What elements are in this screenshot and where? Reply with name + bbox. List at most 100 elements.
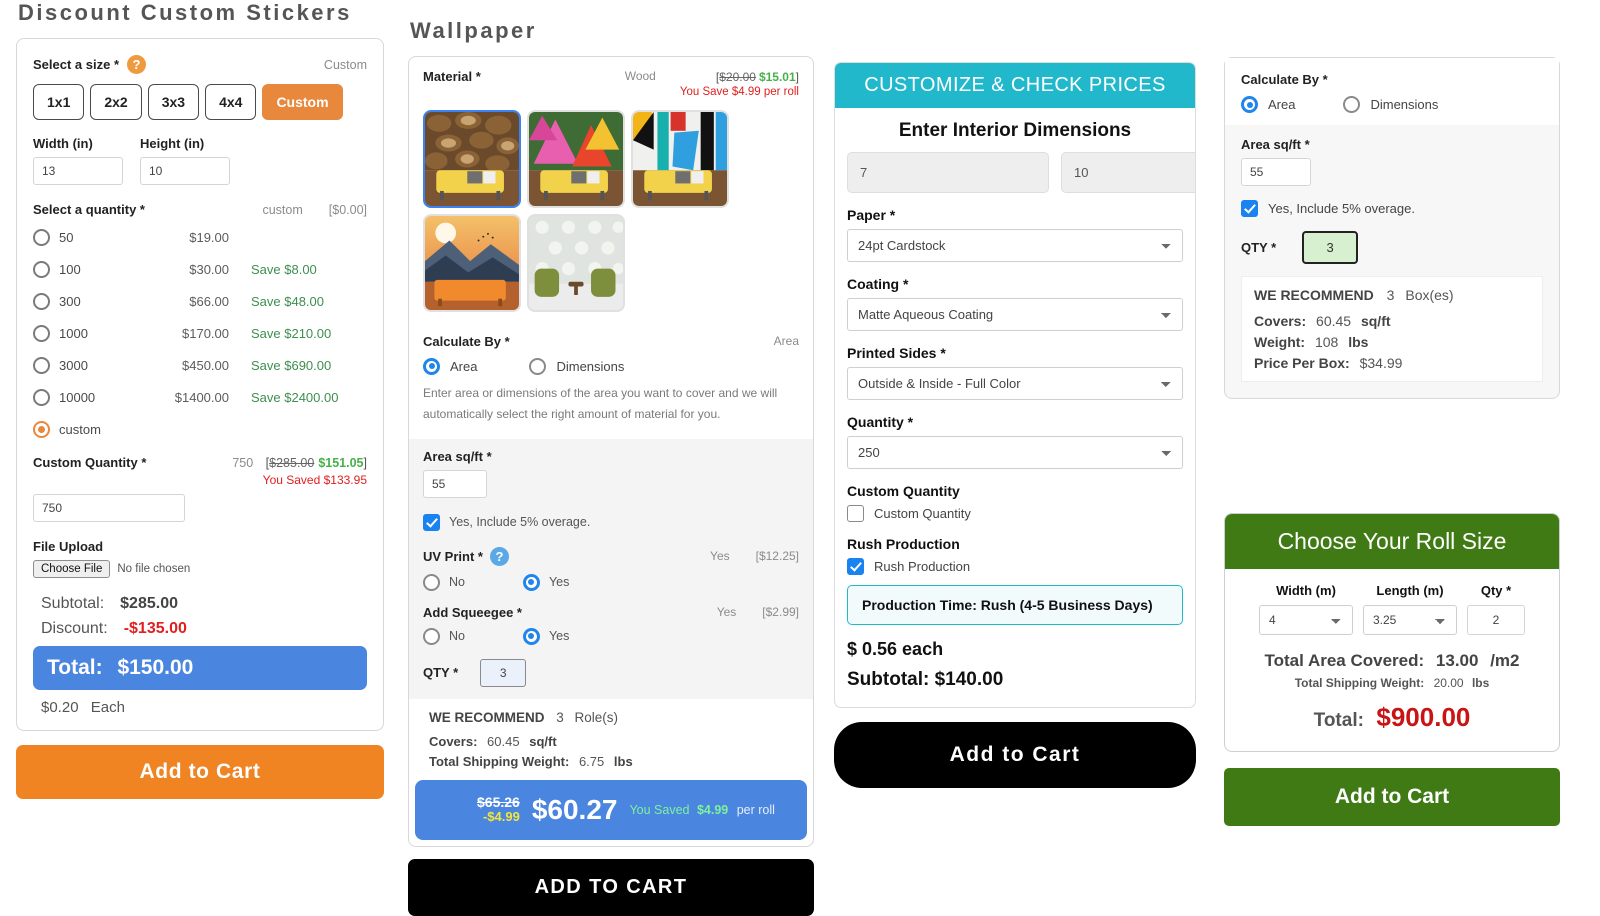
squeegee-radio-yes[interactable] [522, 627, 540, 645]
boxes-qty-input[interactable] [1302, 231, 1359, 264]
quantity-row[interactable]: 10000 $1400.00 Save $2400.00 [33, 381, 367, 413]
price-each-value: $0.20 [41, 699, 79, 717]
question-icon[interactable]: ? [489, 546, 509, 566]
choose-file-button[interactable]: Choose File [33, 560, 111, 579]
file-status: No file chosen [117, 563, 191, 576]
custom-quantity-input[interactable] [33, 494, 185, 523]
stickers-add-to-cart-button[interactable]: Add to Cart [16, 745, 384, 800]
quantity-radio[interactable] [33, 324, 50, 342]
printed-sides-select[interactable]: Outside & Inside - Full Color [847, 367, 1183, 400]
quantity-save: Save $8.00 [251, 261, 317, 277]
calculate-by-radio-dimensions[interactable] [529, 357, 547, 375]
quantity-radio-list: 50 $19.00 100 $30.00 Save $8.00 300 $66.… [33, 221, 367, 445]
custom-quantity-old-price: $285.00 [269, 456, 315, 470]
size-option-2x2[interactable]: 2x2 [90, 84, 142, 120]
roll-width-select[interactable]: 4 [1259, 605, 1353, 635]
width-label: Width (in) [33, 136, 93, 151]
custom-quantity-checkbox[interactable] [847, 505, 864, 522]
page-root: Discount Custom Stickers Select a size *… [0, 0, 1600, 916]
uv-print-radio-yes[interactable] [522, 573, 540, 591]
customize-quantity-select[interactable]: 250 [847, 436, 1183, 469]
size-option-1x1[interactable]: 1x1 [33, 84, 85, 120]
calculate-by-option-area: Area [450, 358, 478, 374]
uv-print-radio-no[interactable] [423, 573, 440, 591]
rush-production-checkbox-label: Rush Production [874, 559, 971, 574]
quantity-radio-custom[interactable] [33, 420, 50, 438]
boxes-calculate-by-radio-area[interactable] [1241, 96, 1258, 113]
wallpaper-add-to-cart-button[interactable]: ADD TO CART [408, 858, 814, 916]
rush-production-checkbox[interactable] [847, 558, 864, 575]
boxes-overage-checkbox[interactable] [1241, 200, 1258, 217]
squeegee-radio-no[interactable] [423, 627, 440, 645]
quantity-radio[interactable] [33, 228, 50, 246]
material-thumb-wood-logs-wallpaper[interactable] [423, 109, 521, 208]
wallpaper-old-price: $65.26 [477, 794, 520, 811]
boxes-covers-label: Covers: [1254, 313, 1307, 329]
roll-add-to-cart-button[interactable]: Add to Cart [1224, 768, 1560, 826]
boxes-calculate-by-option-dimensions: Dimensions [1370, 97, 1439, 112]
squeegee-price: [$2.99] [762, 605, 799, 620]
area-input[interactable] [423, 469, 487, 498]
roll-area-unit: /m2 [1490, 651, 1520, 670]
boxes-calculate-by-label: Calculate By * [1241, 72, 1328, 87]
quantity-label: 1000 [59, 325, 88, 341]
material-thumb-damask-pattern-wallpaper[interactable] [527, 213, 625, 312]
quantity-save: Save $210.00 [251, 325, 332, 341]
paper-select[interactable]: 24pt Cardstock [847, 229, 1183, 262]
roll-area-value: 13.00 [1435, 651, 1479, 670]
quantity-label: 3000 [59, 357, 88, 373]
quantity-radio[interactable] [33, 356, 50, 374]
discount-value: -$135.00 [123, 620, 187, 638]
size-option-custom[interactable]: Custom [262, 84, 343, 120]
customize-quantity-label: Quantity * [847, 414, 914, 430]
calculate-by-radio-area[interactable] [423, 357, 440, 375]
size-option-3x3[interactable]: 3x3 [147, 84, 200, 120]
material-thumb-abstract-geometric-wallpaper[interactable] [631, 109, 729, 208]
squeegee-value: Yes [716, 605, 737, 620]
customize-add-to-cart-button[interactable]: Add to Cart [834, 722, 1196, 788]
quantity-radio[interactable] [33, 260, 50, 278]
quantity-save: Save $48.00 [251, 293, 325, 309]
quantity-row[interactable]: 50 $19.00 [33, 221, 367, 253]
recommend-unit: Role(s) [574, 709, 619, 725]
boxes-price-per-box-label: Price Per Box: [1254, 355, 1350, 371]
dimension-input-length[interactable] [847, 152, 1049, 193]
quantity-radio[interactable] [33, 292, 50, 310]
roll-length-select[interactable]: 3.25 [1363, 605, 1457, 635]
wallpaper-current-price: $60.27 [531, 793, 618, 825]
discount-label: Discount: [41, 620, 108, 638]
width-input[interactable] [33, 157, 123, 185]
quantity-label: 50 [59, 229, 74, 245]
quantity-row[interactable]: 100 $30.00 Save $8.00 [33, 253, 367, 285]
roll-qty-input[interactable] [1467, 605, 1525, 635]
paper-label: Paper * [847, 207, 896, 223]
roll-size-card: Choose Your Roll Size Width (m) Length (… [1224, 513, 1560, 752]
size-option-4x4[interactable]: 4x4 [205, 84, 257, 120]
uv-print-option-yes: Yes [548, 575, 570, 590]
size-options: 1x1 2x2 3x3 4x4 Custom [33, 84, 367, 120]
material-label: Material * [423, 69, 481, 84]
boxes-area-input[interactable] [1241, 158, 1311, 186]
quantity-row[interactable]: 1000 $170.00 Save $210.00 [33, 317, 367, 349]
quantity-row-custom[interactable]: custom [33, 413, 367, 445]
wallpaper-qty-input[interactable] [480, 658, 527, 687]
quantity-row[interactable]: 300 $66.00 Save $48.00 [33, 285, 367, 317]
wallpaper-saved-label: You Saved [629, 802, 690, 817]
material-thumb-pink-leaves-wallpaper[interactable] [527, 109, 625, 208]
boxes-calculate-by-radio-dimensions[interactable] [1343, 96, 1361, 113]
total-bar: Total: $150.00 [33, 646, 367, 691]
quantity-radio[interactable] [33, 388, 50, 406]
coating-select[interactable]: Matte Aqueous Coating [847, 298, 1183, 331]
question-icon[interactable]: ? [127, 55, 146, 74]
quantity-price: $170.00 [182, 325, 229, 341]
uv-print-label: UV Print * [423, 548, 483, 564]
dimension-input-width[interactable] [1061, 152, 1195, 193]
roll-area-label: Total Area Covered: [1264, 651, 1425, 670]
overage-label: Yes, Include 5% overage. [449, 515, 591, 530]
material-thumb-mountain-sunset-wallpaper[interactable] [423, 213, 521, 312]
overage-checkbox[interactable] [423, 513, 440, 531]
roll-total-value: $900.00 [1376, 702, 1471, 732]
height-input[interactable] [140, 157, 230, 185]
roll-width-label: Width (m) [1276, 583, 1336, 598]
quantity-row[interactable]: 3000 $450.00 Save $690.00 [33, 349, 367, 381]
